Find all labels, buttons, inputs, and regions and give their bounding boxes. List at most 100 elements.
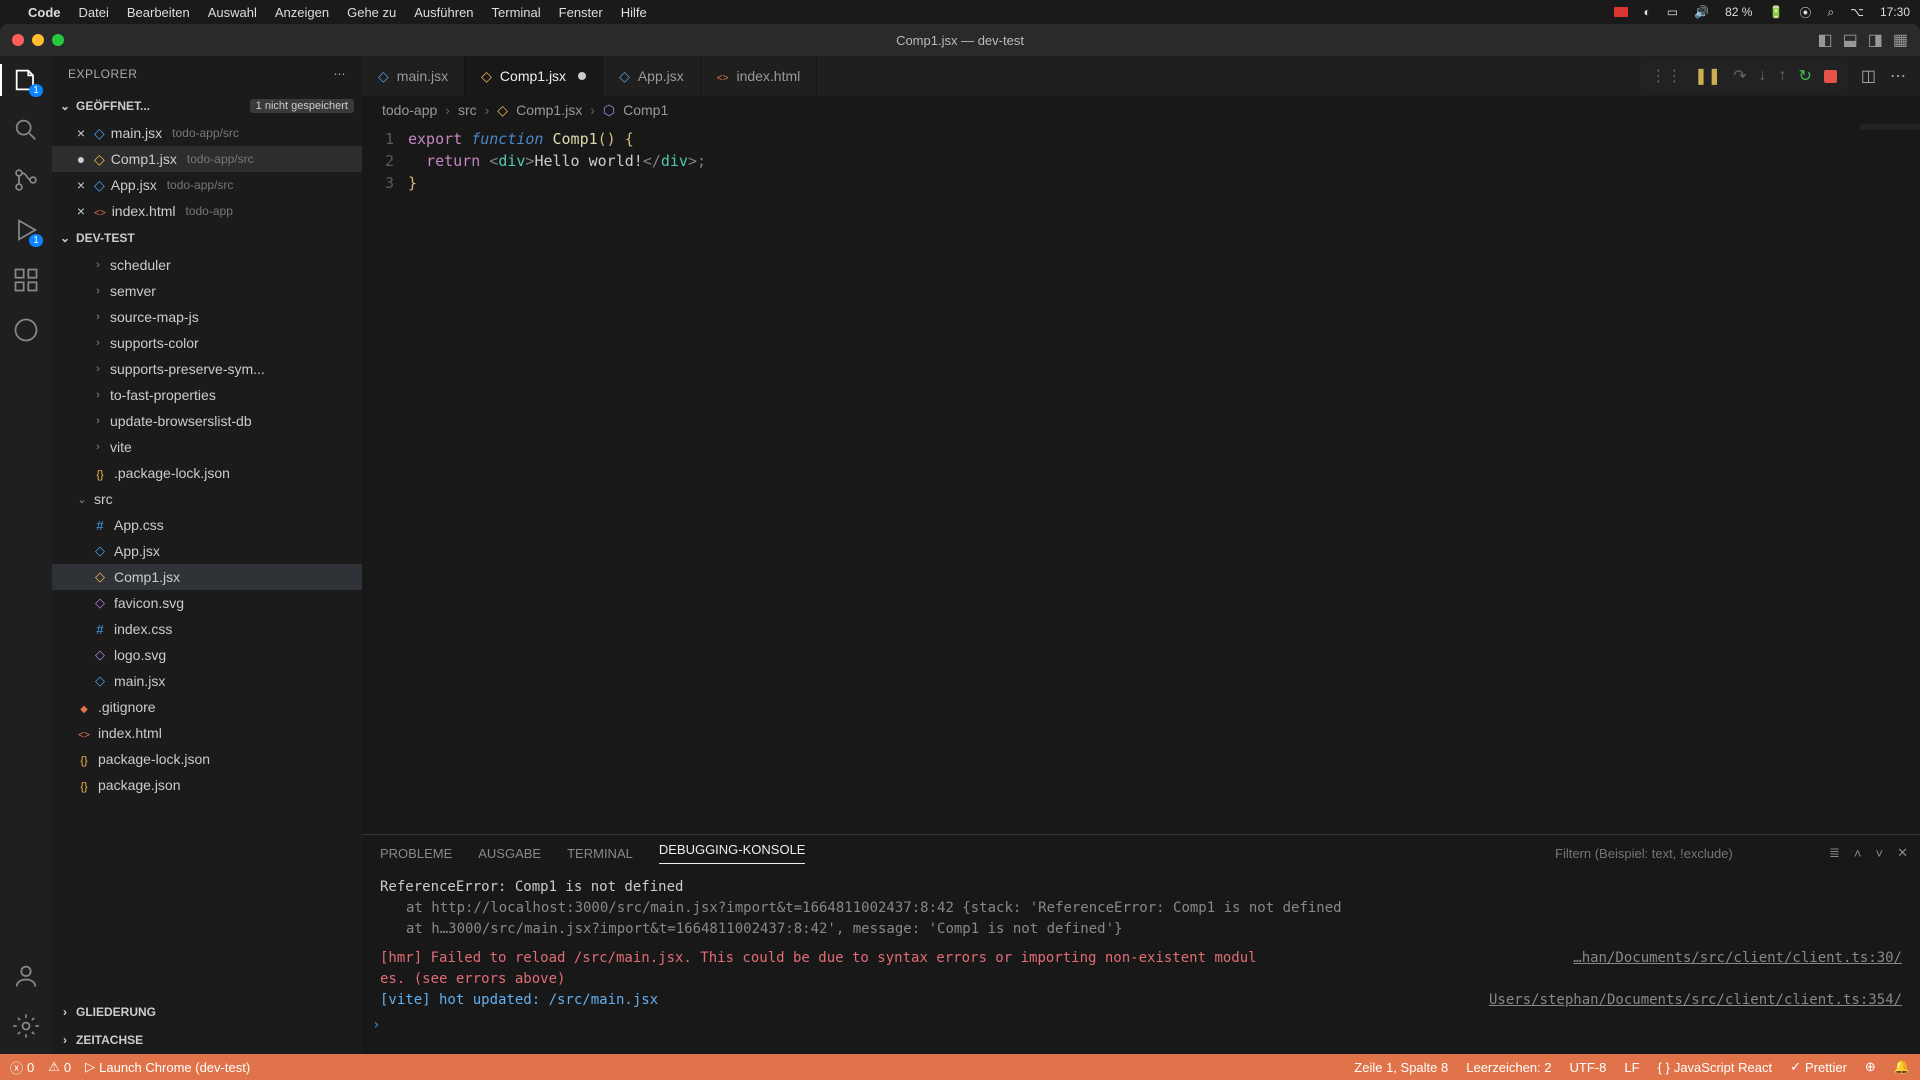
open-editor-item[interactable]: ×App.jsxtodo-app/src — [52, 172, 362, 198]
breadcrumb-item[interactable]: Comp1 — [623, 102, 668, 118]
layout-grid-icon[interactable]: ▦ — [1893, 30, 1908, 50]
status-errors[interactable]: ⓧ 0 — [10, 1058, 34, 1077]
tree-folder[interactable]: ›scheduler — [52, 252, 362, 278]
filter-icon[interactable]: ≣ — [1829, 845, 1840, 861]
layout-left-icon[interactable]: ◧ — [1818, 30, 1833, 50]
status-warnings[interactable]: ⚠ 0 — [48, 1059, 71, 1075]
status-eol[interactable]: LF — [1624, 1060, 1639, 1075]
timeline-header[interactable]: › ZEITACHSE — [52, 1026, 362, 1054]
tree-folder[interactable]: ›supports-preserve-sym... — [52, 356, 362, 382]
minimap[interactable] — [1860, 124, 1920, 164]
activity-account[interactable] — [12, 962, 40, 990]
activity-debug[interactable]: 1 — [12, 216, 40, 244]
menu-window[interactable]: Fenster — [559, 5, 603, 20]
tree-file[interactable]: .gitignore — [52, 694, 362, 720]
activity-settings[interactable] — [12, 1012, 40, 1040]
code-content[interactable]: export function Comp1() { return <div>He… — [408, 128, 706, 834]
tree-file[interactable]: package-lock.json — [52, 746, 362, 772]
activity-scm[interactable] — [12, 166, 40, 194]
layout-bottom-icon[interactable]: ⬓ — [1843, 30, 1858, 50]
debug-step-out-button[interactable]: ↑ — [1778, 67, 1786, 85]
close-icon[interactable]: × — [74, 125, 88, 141]
tree-folder[interactable]: ⌄src — [52, 486, 362, 512]
workspace-header[interactable]: ⌄ DEV-TEST — [52, 224, 362, 252]
status-prettier[interactable]: ✓ Prettier — [1790, 1059, 1847, 1075]
menu-selection[interactable]: Auswahl — [208, 5, 257, 20]
debug-drag-icon[interactable]: ⋮⋮ — [1650, 66, 1682, 86]
panel-tab-problems[interactable]: PROBLEME — [380, 846, 452, 861]
app-name[interactable]: Code — [28, 5, 61, 20]
menu-terminal[interactable]: Terminal — [492, 5, 541, 20]
menu-help[interactable]: Hilfe — [621, 5, 647, 20]
activity-remote[interactable] — [12, 316, 40, 344]
menu-edit[interactable]: Bearbeiten — [127, 5, 190, 20]
debug-console-output[interactable]: ReferenceError: Comp1 is not defined at … — [362, 871, 1920, 1054]
open-editor-item[interactable]: ●Comp1.jsxtodo-app/src — [52, 146, 362, 172]
layout-right-icon[interactable]: ◨ — [1868, 30, 1883, 50]
status-language[interactable]: { } JavaScript React — [1658, 1060, 1773, 1075]
window-close-button[interactable] — [12, 34, 24, 46]
modified-dot-icon[interactable]: ● — [74, 151, 88, 167]
source-link[interactable]: Users/stephan/Documents/src/client/clien… — [1489, 990, 1902, 1011]
console-prompt-icon[interactable]: › — [372, 1015, 380, 1036]
status-launch[interactable]: ▷ Launch Chrome (dev-test) — [85, 1059, 250, 1075]
editor-tab[interactable]: index.html — [701, 56, 818, 96]
activity-extensions[interactable] — [12, 266, 40, 294]
search-icon[interactable]: ⌕ — [1827, 5, 1834, 20]
tree-file[interactable]: .package-lock.json — [52, 460, 362, 486]
tree-file[interactable]: main.jsx — [52, 668, 362, 694]
battery-icon[interactable]: 🔋 — [1768, 5, 1783, 19]
tree-folder[interactable]: ›update-browserslist-db — [52, 408, 362, 434]
window-minimize-button[interactable] — [32, 34, 44, 46]
breadcrumb[interactable]: todo-app› src› Comp1.jsx› ⬡ Comp1 — [362, 96, 1920, 124]
editor-more-icon[interactable]: ⋯ — [1890, 66, 1906, 86]
split-editor-icon[interactable]: ◫ — [1861, 66, 1876, 86]
debug-step-over-button[interactable]: ↷ — [1733, 66, 1746, 86]
sidebar-more-icon[interactable]: ⋯ — [334, 67, 347, 81]
recording-icon[interactable] — [1614, 7, 1628, 17]
debug-restart-button[interactable]: ↻ — [1798, 66, 1811, 86]
tree-folder[interactable]: ›to-fast-properties — [52, 382, 362, 408]
editor-tab[interactable]: App.jsx — [603, 56, 701, 96]
panel-chevron-icon[interactable]: ˅ — [1876, 846, 1884, 861]
panel-tab-terminal[interactable]: TERMINAL — [567, 846, 633, 861]
editor-tab[interactable]: Comp1.jsx — [465, 56, 603, 96]
breadcrumb-item[interactable]: Comp1.jsx — [516, 102, 582, 118]
panel-maximize-icon[interactable]: ˄ — [1854, 846, 1862, 861]
window-zoom-button[interactable] — [52, 34, 64, 46]
status-feedback-icon[interactable]: ⊕ — [1865, 1059, 1876, 1075]
status-volume-icon[interactable]: 🔊 — [1694, 5, 1709, 19]
tree-file[interactable]: Comp1.jsx — [52, 564, 362, 590]
activity-search[interactable] — [12, 116, 40, 144]
tree-file[interactable]: index.html — [52, 720, 362, 746]
wifi-icon[interactable]: ⦿ — [1799, 4, 1811, 21]
debug-step-into-button[interactable]: ↓ — [1758, 67, 1766, 85]
tree-file[interactable]: package.json — [52, 772, 362, 798]
close-icon[interactable]: × — [74, 177, 88, 193]
source-link[interactable]: …han/Documents/src/client/client.ts:30/ — [1573, 948, 1902, 969]
close-icon[interactable]: × — [74, 203, 88, 219]
breadcrumb-item[interactable]: src — [458, 102, 477, 118]
status-cursor[interactable]: Zeile 1, Spalte 8 — [1354, 1060, 1448, 1075]
status-encoding[interactable]: UTF-8 — [1570, 1060, 1607, 1075]
menu-view[interactable]: Anzeigen — [275, 5, 329, 20]
status-bell-icon[interactable]: 🔔 — [1894, 1059, 1910, 1075]
tree-folder[interactable]: ›vite — [52, 434, 362, 460]
menu-file[interactable]: Datei — [79, 5, 109, 20]
tree-folder[interactable]: ›semver — [52, 278, 362, 304]
filter-input[interactable] — [1555, 846, 1815, 861]
open-editors-header[interactable]: ⌄ GEÖFFNET... 1 nicht gespeichert — [52, 92, 362, 120]
panel-tab-output[interactable]: AUSGABE — [478, 846, 541, 861]
debug-pause-button[interactable]: ❚❚ — [1694, 66, 1721, 86]
debug-stop-button[interactable] — [1824, 70, 1837, 83]
tree-file[interactable]: logo.svg — [52, 642, 362, 668]
panel-tab-debug-console[interactable]: DEBUGGING-KONSOLE — [659, 842, 806, 864]
menu-goto[interactable]: Gehe zu — [347, 5, 396, 20]
breadcrumb-item[interactable]: todo-app — [382, 102, 437, 118]
code-editor[interactable]: 123 export function Comp1() { return <di… — [362, 124, 1920, 834]
status-display-icon[interactable]: ▭ — [1667, 5, 1678, 19]
control-center-icon[interactable]: ⌥ — [1850, 5, 1864, 19]
status-cloud-icon[interactable]: ◐ — [1644, 5, 1651, 19]
outline-header[interactable]: › GLIEDERUNG — [52, 998, 362, 1026]
clock[interactable]: 17:30 — [1880, 5, 1910, 19]
